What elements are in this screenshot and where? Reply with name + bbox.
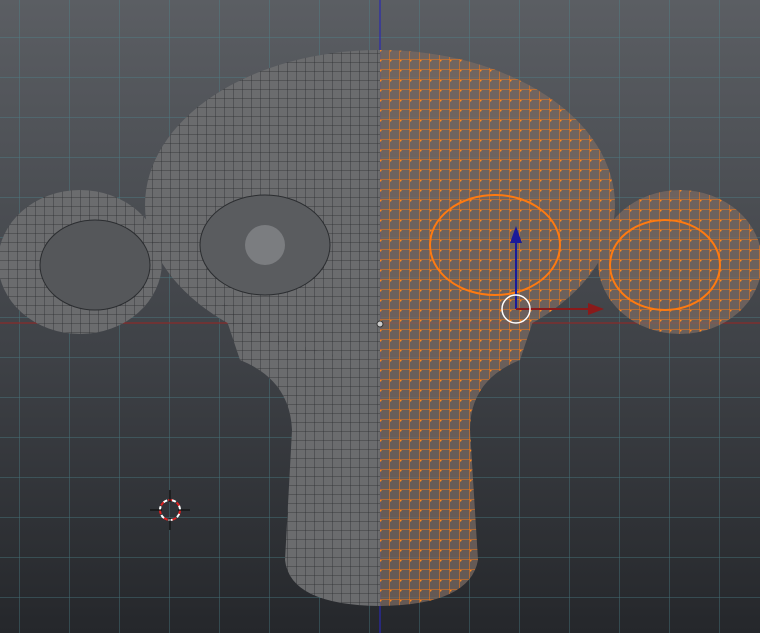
object-origin (376, 320, 384, 328)
viewport-canvas[interactable] (0, 0, 760, 633)
3d-viewport[interactable] (0, 0, 760, 633)
